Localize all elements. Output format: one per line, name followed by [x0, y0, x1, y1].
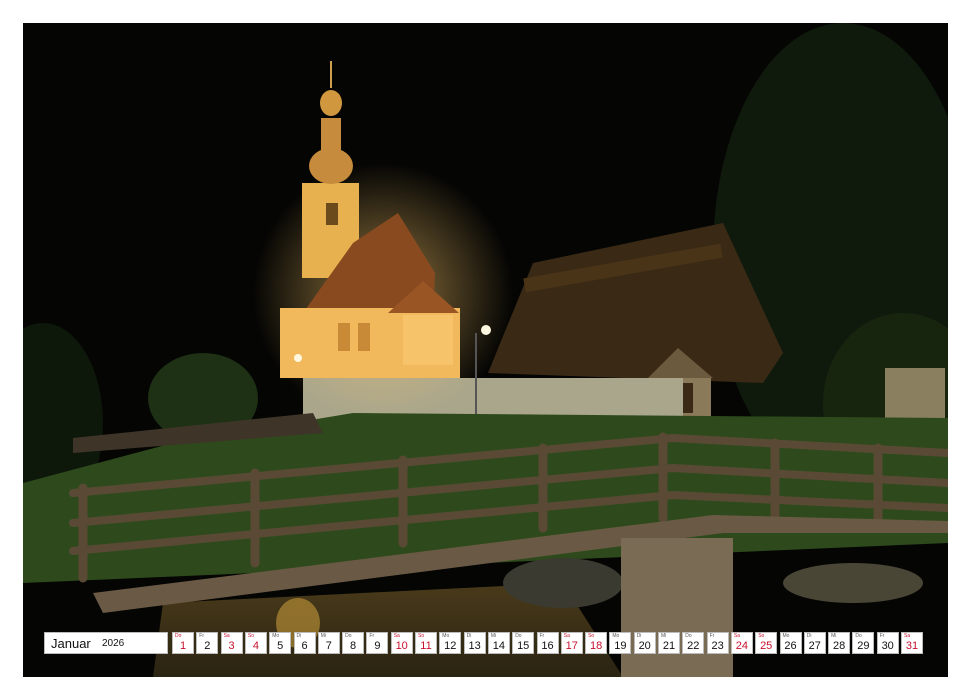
weekday-label: Mi: [661, 633, 667, 639]
weekday-label: So: [418, 633, 425, 639]
day-number: 23: [711, 640, 724, 652]
weekday-label: Mo: [272, 633, 280, 639]
day-cell: Fr 30: [876, 632, 899, 654]
day-cell: Mo 19: [609, 632, 632, 654]
day-number: 21: [662, 640, 676, 652]
day-cell: Mo 5: [269, 632, 292, 654]
day-cell: Di 27: [803, 632, 826, 654]
day-cell: Do 15: [512, 632, 535, 654]
day-number: 24: [735, 640, 749, 652]
weekday-label: Do: [175, 633, 182, 639]
weekday-label: Mi: [831, 633, 837, 639]
day-cell: Sa 17: [560, 632, 583, 654]
day-number: 4: [252, 640, 259, 652]
weekday-label: Sa: [904, 633, 911, 639]
weekday-label: So: [588, 633, 595, 639]
weekday-label: Mo: [442, 633, 450, 639]
day-cell: Sa 3: [220, 632, 243, 654]
day-cell: Mi 28: [828, 632, 851, 654]
month-name: Januar: [51, 636, 91, 651]
day-number: 9: [374, 640, 381, 652]
weekday-label: Sa: [733, 633, 741, 639]
day-number: 5: [277, 640, 284, 652]
day-number: 29: [857, 640, 870, 652]
day-cell: Do 1: [172, 632, 194, 654]
day-number: 18: [589, 640, 603, 652]
day-cell: Di 20: [633, 632, 656, 654]
day-number: 30: [881, 640, 894, 652]
day-number: 2: [204, 640, 211, 652]
day-cell: So 4: [244, 632, 267, 654]
day-number: 6: [301, 640, 308, 652]
day-number: 20: [638, 640, 651, 652]
weekday-label: Di: [466, 633, 472, 639]
day-number: 14: [492, 640, 506, 652]
weekday-label: Mo: [612, 633, 620, 639]
weekday-label: Mi: [490, 633, 497, 639]
weekday-label: Fr: [369, 633, 375, 639]
weekday-label: Mo: [782, 633, 790, 639]
day-cell: Do 22: [682, 632, 705, 654]
day-cell: Fr 2: [196, 632, 219, 654]
day-cell: Di 6: [293, 632, 316, 654]
day-cell: Do 29: [852, 632, 875, 654]
calendar-strip: Januar 2026 Do 1 Fr 2 Sa 3 So 4 Mo 5 Di 6 Mi 7 Do 8 Fr 9 S…: [44, 632, 927, 654]
weekday-label: Sa: [223, 633, 230, 639]
day-cell: Mo 12: [439, 632, 462, 654]
day-cell: Do 8: [342, 632, 365, 654]
day-cell: Sa 31: [901, 632, 923, 654]
day-number: 1: [179, 640, 187, 652]
day-cell: Mi 14: [487, 632, 510, 654]
weekday-label: Do: [685, 633, 692, 639]
day-cell: Sa 10: [390, 632, 413, 654]
day-cell: So 25: [755, 632, 778, 654]
day-cell: Fr 9: [366, 632, 389, 654]
day-cell: Di 13: [463, 632, 486, 654]
day-number: 13: [468, 640, 481, 652]
day-number: 3: [228, 640, 235, 652]
weekday-label: Sa: [563, 633, 570, 639]
weekday-label: Fr: [709, 633, 715, 639]
day-number: 19: [614, 640, 627, 652]
weekday-label: Fr: [539, 633, 545, 639]
weekday-label: Di: [296, 633, 302, 639]
day-cell: So 11: [415, 632, 437, 654]
day-number: 25: [760, 640, 773, 652]
day-number: 28: [832, 640, 846, 652]
photo-night-church: [23, 23, 948, 677]
day-number: 17: [565, 640, 578, 652]
day-number: 15: [517, 640, 530, 652]
weekday-label: Di: [636, 633, 642, 639]
weekday-label: Di: [806, 633, 812, 639]
day-cell: Mi 21: [658, 632, 680, 654]
day-number: 22: [687, 640, 700, 652]
day-number: 7: [325, 640, 332, 652]
day-cell: Fr 16: [536, 632, 559, 654]
weekday-label: Mi: [320, 633, 327, 639]
day-cell: Sa 24: [730, 632, 753, 654]
day-number: 27: [808, 640, 821, 652]
day-number: 11: [420, 640, 432, 652]
day-number: 10: [395, 640, 408, 652]
day-cell: Mi 7: [317, 632, 340, 654]
weekday-label: Fr: [879, 633, 885, 639]
weekday-label: Do: [345, 633, 352, 639]
day-cell: So 18: [585, 632, 608, 654]
day-cell: Mo 26: [779, 632, 802, 654]
weekday-label: Do: [515, 633, 522, 639]
day-number: 8: [350, 640, 357, 652]
day-number: 16: [541, 640, 554, 652]
month-label-box: Januar 2026: [44, 632, 168, 654]
weekday-label: Fr: [199, 633, 205, 639]
weekday-label: Do: [855, 633, 862, 639]
church-illustration: [23, 23, 948, 677]
day-cell: Fr 23: [706, 632, 729, 654]
month-year: 2026: [102, 638, 125, 649]
weekday-label: So: [247, 633, 255, 639]
weekday-label: So: [758, 633, 765, 639]
day-number: 26: [784, 640, 797, 652]
day-number: 12: [444, 640, 457, 652]
weekday-label: Sa: [393, 633, 400, 639]
day-number: 31: [905, 640, 919, 652]
